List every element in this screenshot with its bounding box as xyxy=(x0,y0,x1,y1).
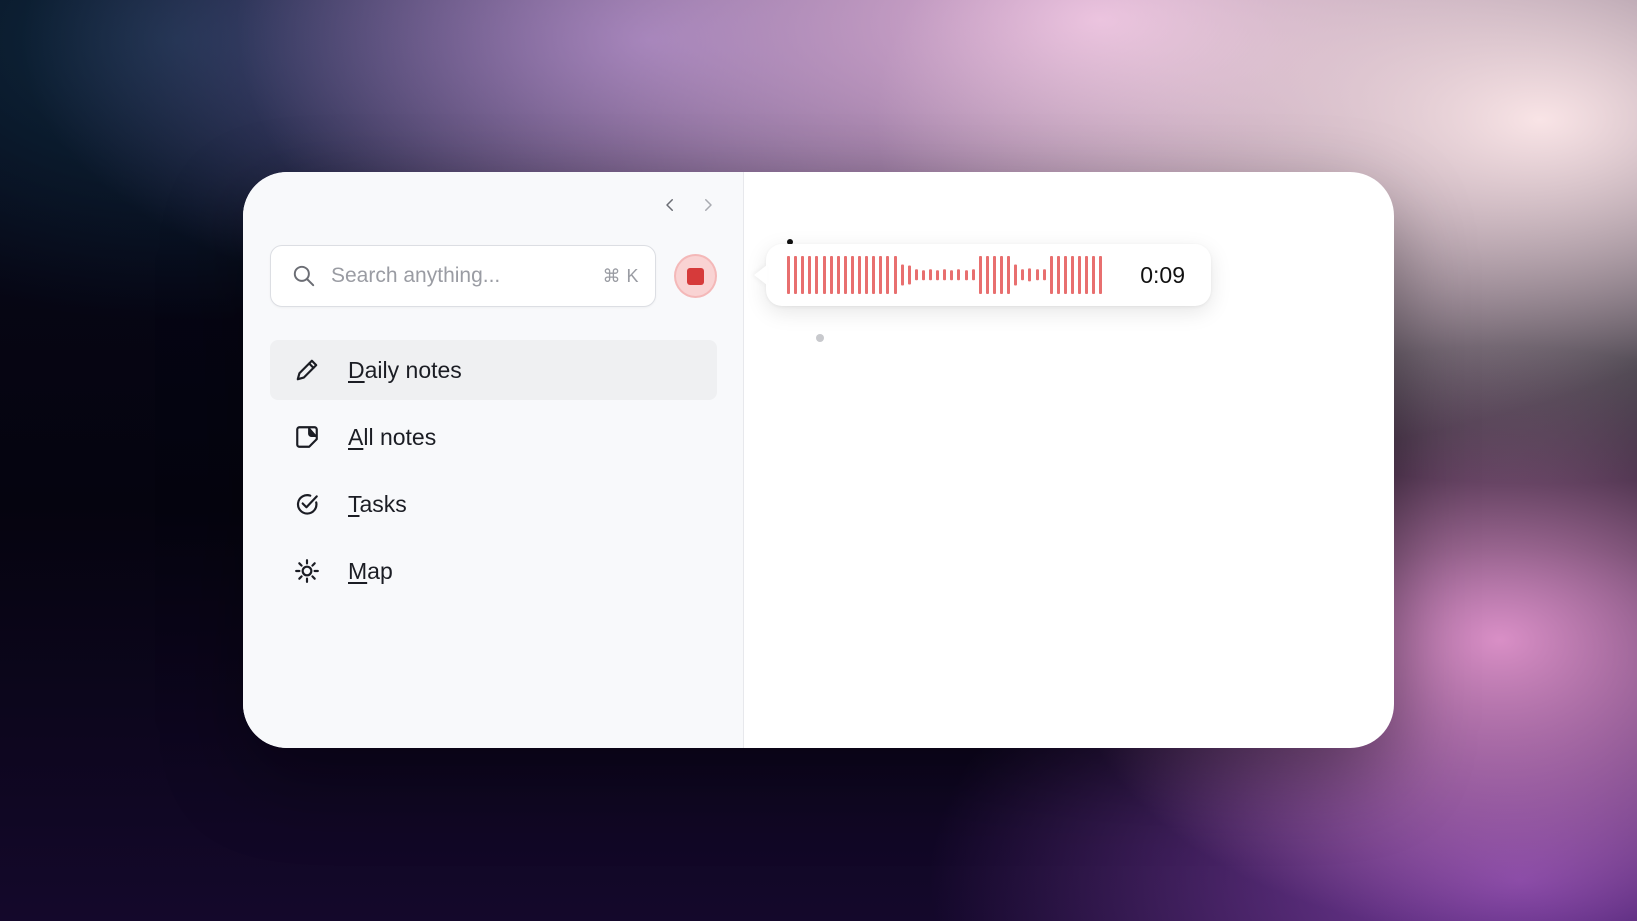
sidebar-item-label: Tasks xyxy=(348,490,407,517)
waveform-bar xyxy=(1000,256,1003,294)
back-button[interactable] xyxy=(659,194,681,216)
waveform-bar xyxy=(1099,256,1103,294)
sidebar-item-label: Daily notes xyxy=(348,356,462,383)
waveform-bar xyxy=(858,256,861,294)
waveform-bar xyxy=(971,269,975,281)
waveform-bar xyxy=(1021,269,1025,281)
sidebar-item-tasks[interactable]: Tasks xyxy=(270,474,717,534)
waveform-bar xyxy=(815,256,819,294)
search-icon xyxy=(293,265,315,287)
waveform-bar xyxy=(1035,269,1039,281)
waveform-bar xyxy=(829,256,833,294)
sidebar-item-map[interactable]: Map xyxy=(270,541,717,601)
waveform-bar xyxy=(1071,256,1074,294)
chevron-left-icon xyxy=(666,199,673,211)
chevron-right-icon xyxy=(705,199,712,211)
stop-recording-button[interactable] xyxy=(674,254,717,298)
empty-bullet[interactable] xyxy=(816,334,824,342)
sidebar-item-label: Map xyxy=(348,557,393,584)
stop-icon xyxy=(687,267,704,285)
waveform-bar xyxy=(1092,256,1096,294)
waveform-bar xyxy=(985,256,989,294)
waveform-bar xyxy=(850,256,854,294)
waveform-bar xyxy=(843,256,847,294)
sidebar-item-daily-notes[interactable]: Daily notes xyxy=(270,340,717,400)
forward-button[interactable] xyxy=(697,194,719,216)
waveform-bar xyxy=(808,256,812,294)
search-box[interactable]: ⌘ K xyxy=(270,245,656,307)
waveform-bar xyxy=(950,270,954,280)
waveform-bar xyxy=(943,269,947,281)
waveform-bar xyxy=(936,270,940,280)
pencil-icon xyxy=(296,359,318,381)
waveform-bar xyxy=(822,256,826,294)
app-window: ⌘ K Daily notes All notes Tasks Map xyxy=(243,172,1394,748)
waveform-bar xyxy=(794,256,798,294)
waveform-bar xyxy=(787,256,790,294)
check-circle-icon xyxy=(296,494,318,515)
waveform-bar xyxy=(886,256,890,294)
waveform-bar xyxy=(907,265,911,285)
waveform-bar xyxy=(964,270,968,280)
waveform-bar xyxy=(1049,256,1053,294)
note-icon xyxy=(296,426,318,448)
waveform-bar xyxy=(900,264,904,286)
waveform-bar xyxy=(1056,256,1060,294)
waveform-bar xyxy=(1085,256,1089,294)
waveform-bar xyxy=(836,256,840,294)
sidebar: ⌘ K Daily notes All notes Tasks Map xyxy=(243,172,744,748)
voice-recording-popover: 0:09 xyxy=(766,244,1211,306)
waveform-bar xyxy=(872,256,876,294)
search-input[interactable] xyxy=(331,264,603,288)
waveform-bar xyxy=(978,256,982,294)
search-row: ⌘ K xyxy=(270,245,717,307)
recording-timer: 0:09 xyxy=(1140,261,1185,288)
waveform-bar xyxy=(1078,256,1082,294)
waveform-bar xyxy=(801,256,805,294)
editor-area[interactable]: 0:09 xyxy=(744,172,1394,748)
waveform-bar xyxy=(879,256,883,294)
waveform-bar xyxy=(865,256,869,294)
waveform-bar xyxy=(957,269,961,281)
waveform-bar xyxy=(893,256,897,294)
waveform-bar xyxy=(1042,269,1046,281)
waveform-bar xyxy=(1028,268,1032,282)
sidebar-item-label: All notes xyxy=(348,423,437,450)
history-nav xyxy=(659,194,719,216)
sidebar-item-all-notes[interactable]: All notes xyxy=(270,407,717,467)
audio-waveform xyxy=(787,255,1109,295)
waveform-bar xyxy=(929,269,932,281)
sidebar-nav: Daily notes All notes Tasks Map xyxy=(270,340,717,608)
waveform-bar xyxy=(992,256,996,294)
waveform-bar xyxy=(914,269,918,281)
waveform-bar xyxy=(1014,264,1018,286)
waveform-bar xyxy=(921,270,925,280)
waveform-bar xyxy=(1063,256,1067,294)
search-shortcut-hint: ⌘ K xyxy=(602,265,639,286)
waveform-bar xyxy=(1007,256,1011,294)
sun-icon xyxy=(295,559,319,583)
